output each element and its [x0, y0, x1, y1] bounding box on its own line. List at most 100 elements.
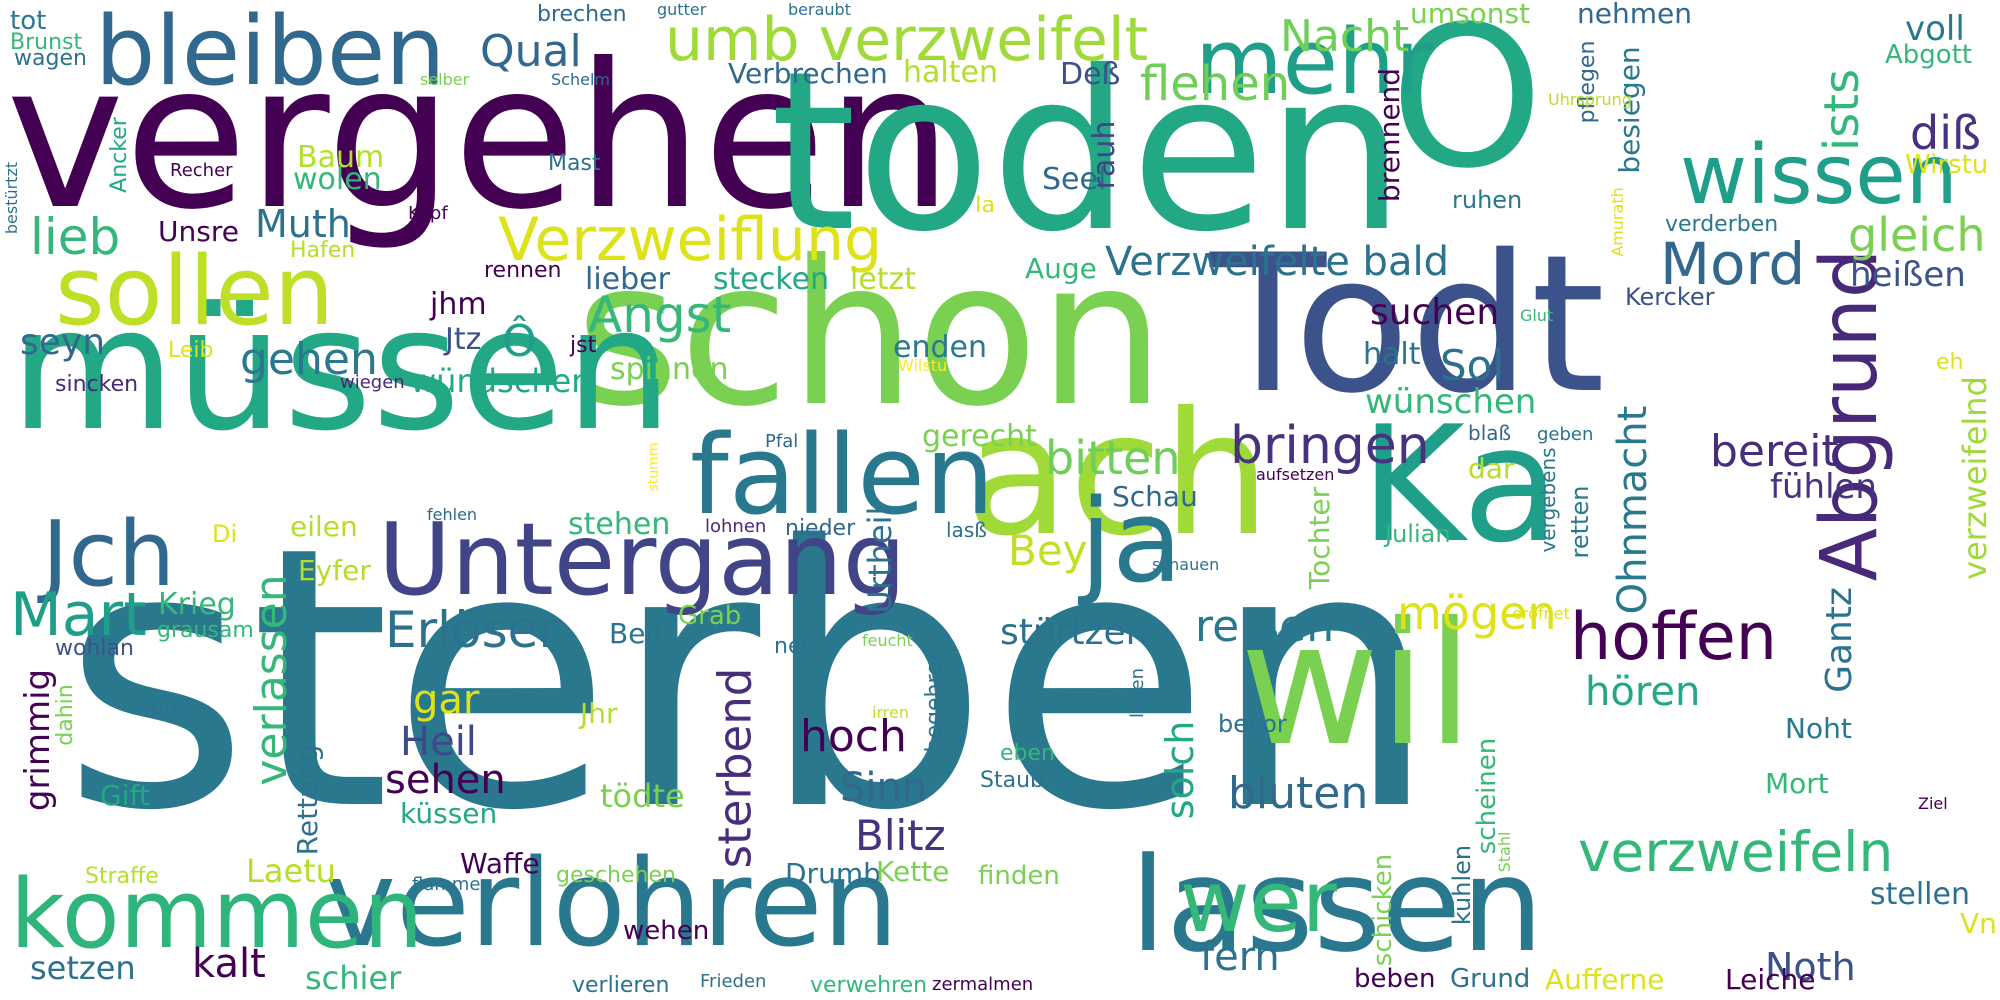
- word-sincken: sincken: [55, 372, 139, 397]
- word-bitten: bitten: [1045, 431, 1181, 485]
- word-Sinn: Sinn: [840, 765, 928, 811]
- word-Laetu: Laetu: [246, 852, 336, 890]
- word-Glut: Glut: [1520, 306, 1554, 325]
- word-Straffe: Straffe: [85, 864, 159, 889]
- word-Qual: Qual: [480, 26, 582, 77]
- word-selber: selber: [420, 70, 470, 89]
- word-Mort: Mort: [1765, 767, 1829, 800]
- word-kussen: küssen: [400, 797, 498, 830]
- word-verzweifelnd: verzweifelnd: [1956, 376, 1994, 580]
- word-eilen: eilen: [290, 510, 358, 543]
- word-Krieg: Krieg: [158, 587, 236, 622]
- word-schauen: schauen: [1152, 555, 1220, 574]
- word-suchen: suchen: [1370, 292, 1500, 333]
- word-gar: gar: [413, 677, 480, 723]
- word-lohnen: lohnen: [705, 516, 767, 537]
- word-Waffe: Waffe: [460, 847, 540, 880]
- word-Aufferne: Aufferne: [1545, 963, 1665, 996]
- word-schier: schier: [305, 959, 402, 997]
- word-Amurath: Amurath: [1608, 187, 1627, 257]
- word-Beil: Beil: [609, 617, 661, 650]
- word-rauh: rauh: [1087, 120, 1122, 190]
- word-pflegen: pflegen: [1575, 40, 1600, 124]
- word-Jtz: Jtz: [445, 322, 482, 357]
- word-Verbrechen: Verbrechen: [728, 57, 888, 90]
- word-brechen: brechen: [537, 2, 627, 27]
- word-stehen: stehen: [568, 507, 671, 542]
- word-Kette: Kette: [876, 855, 950, 888]
- word-kuhlen: kühlen: [1448, 844, 1476, 926]
- word-vergebens: vergebens: [1536, 447, 1560, 553]
- word-Angst: Angst: [588, 286, 732, 344]
- word-Ia: Ia: [975, 193, 995, 218]
- word-Hafen: Hafen: [290, 238, 356, 263]
- word-wundschen: wündschen: [410, 362, 592, 400]
- word-eh: eh: [1936, 350, 1964, 375]
- word-Ancker: Ancker: [107, 117, 132, 193]
- word-Blitz: Blitz: [855, 811, 946, 860]
- word-aufsetzen: aufsetzen: [1256, 465, 1335, 484]
- word-wehen: wehen: [623, 916, 710, 946]
- word-seyn: seyn: [20, 322, 106, 363]
- word-stumm: stumm: [646, 442, 662, 492]
- word-wunschen: wünschen: [1365, 382, 1537, 422]
- word-Verzweifelte-bald: Verzweifelte bald: [1105, 239, 1449, 285]
- word-hoffen: hoffen: [1570, 600, 1777, 675]
- word-legen: legen: [1127, 668, 1148, 718]
- word-geschehen: geschehen: [556, 863, 676, 888]
- word-Leiche: Leiche: [1725, 963, 1816, 996]
- word-umsonst: umsonst: [1410, 0, 1531, 30]
- word-Recher: Recher: [170, 160, 233, 181]
- word-retten: retten: [1566, 485, 1594, 559]
- word-zermalmen: zermalmen: [932, 974, 1034, 995]
- word-dahin: dahin: [53, 684, 78, 746]
- word-fehlen: fehlen: [427, 505, 478, 524]
- word-verlassen: verlassen: [246, 574, 297, 786]
- word-Staub: Staub: [980, 768, 1044, 793]
- word-nein: nein: [774, 634, 822, 659]
- word-Stahl: Stahl: [1495, 831, 1514, 873]
- word-nehmen: nehmen: [1577, 0, 1692, 30]
- word-verzweifeln: verzweifeln: [1578, 820, 1894, 884]
- word-rennen: rennen: [484, 258, 562, 283]
- word-Erloser: Erlöser: [385, 601, 559, 659]
- word-Wirstu: Wirstu: [1905, 150, 1989, 180]
- word-solch: solch: [1158, 720, 1202, 820]
- word-Julian: Julian: [1385, 520, 1451, 548]
- word-Di: Di: [212, 520, 238, 548]
- word-feucht: feucht: [862, 631, 913, 650]
- word-jhm: jhm: [430, 287, 487, 322]
- word-Auge: Auge: [1025, 252, 1097, 285]
- word-wer: wer: [1180, 853, 1337, 952]
- word-O-circ: Ô: [502, 316, 537, 367]
- word-wolen: wolen: [293, 162, 382, 197]
- word-jst: jst: [570, 333, 597, 358]
- word-Unsre: Unsre: [158, 215, 239, 248]
- word-wiegen: wiegen: [340, 372, 405, 393]
- word-Kopf: Kopf: [408, 203, 448, 224]
- word-gutter: gutter: [657, 0, 707, 19]
- word-grimmig: grimmig: [18, 668, 58, 812]
- word-Blut: Blut: [143, 698, 187, 723]
- word-kalt: kalt: [192, 941, 266, 987]
- word-Grund: Grund: [1450, 964, 1531, 994]
- word-Eyfer: Eyfer: [298, 554, 371, 587]
- word-Tochter: Tochter: [1303, 486, 1336, 590]
- word-Drumb: Drumb: [785, 857, 881, 890]
- word-lieb: lieb: [30, 208, 121, 266]
- word-verderben: verderben: [1665, 212, 1779, 237]
- word-Wilstu: Wilstu: [898, 356, 948, 375]
- word-stellen: stellen: [1870, 877, 1970, 912]
- word-cloud: sterben vergehen toden schon Todt müssen…: [0, 0, 2000, 1000]
- word-lieber: lieber: [585, 262, 670, 297]
- word-Jhr: Jhr: [580, 697, 618, 730]
- word-Gantz: Gantz: [1819, 587, 1860, 693]
- word-grausam: grausam: [157, 618, 254, 643]
- word-ruhen: ruhen: [1452, 186, 1523, 214]
- word-besiegen: besiegen: [1613, 46, 1646, 174]
- word-stecken: stecken: [713, 262, 830, 297]
- word-eben: eben: [1000, 741, 1055, 766]
- word-gerecht: gerecht: [922, 419, 1037, 454]
- word-beraubt: beraubt: [788, 0, 851, 19]
- word-Grab: Grab: [678, 601, 742, 631]
